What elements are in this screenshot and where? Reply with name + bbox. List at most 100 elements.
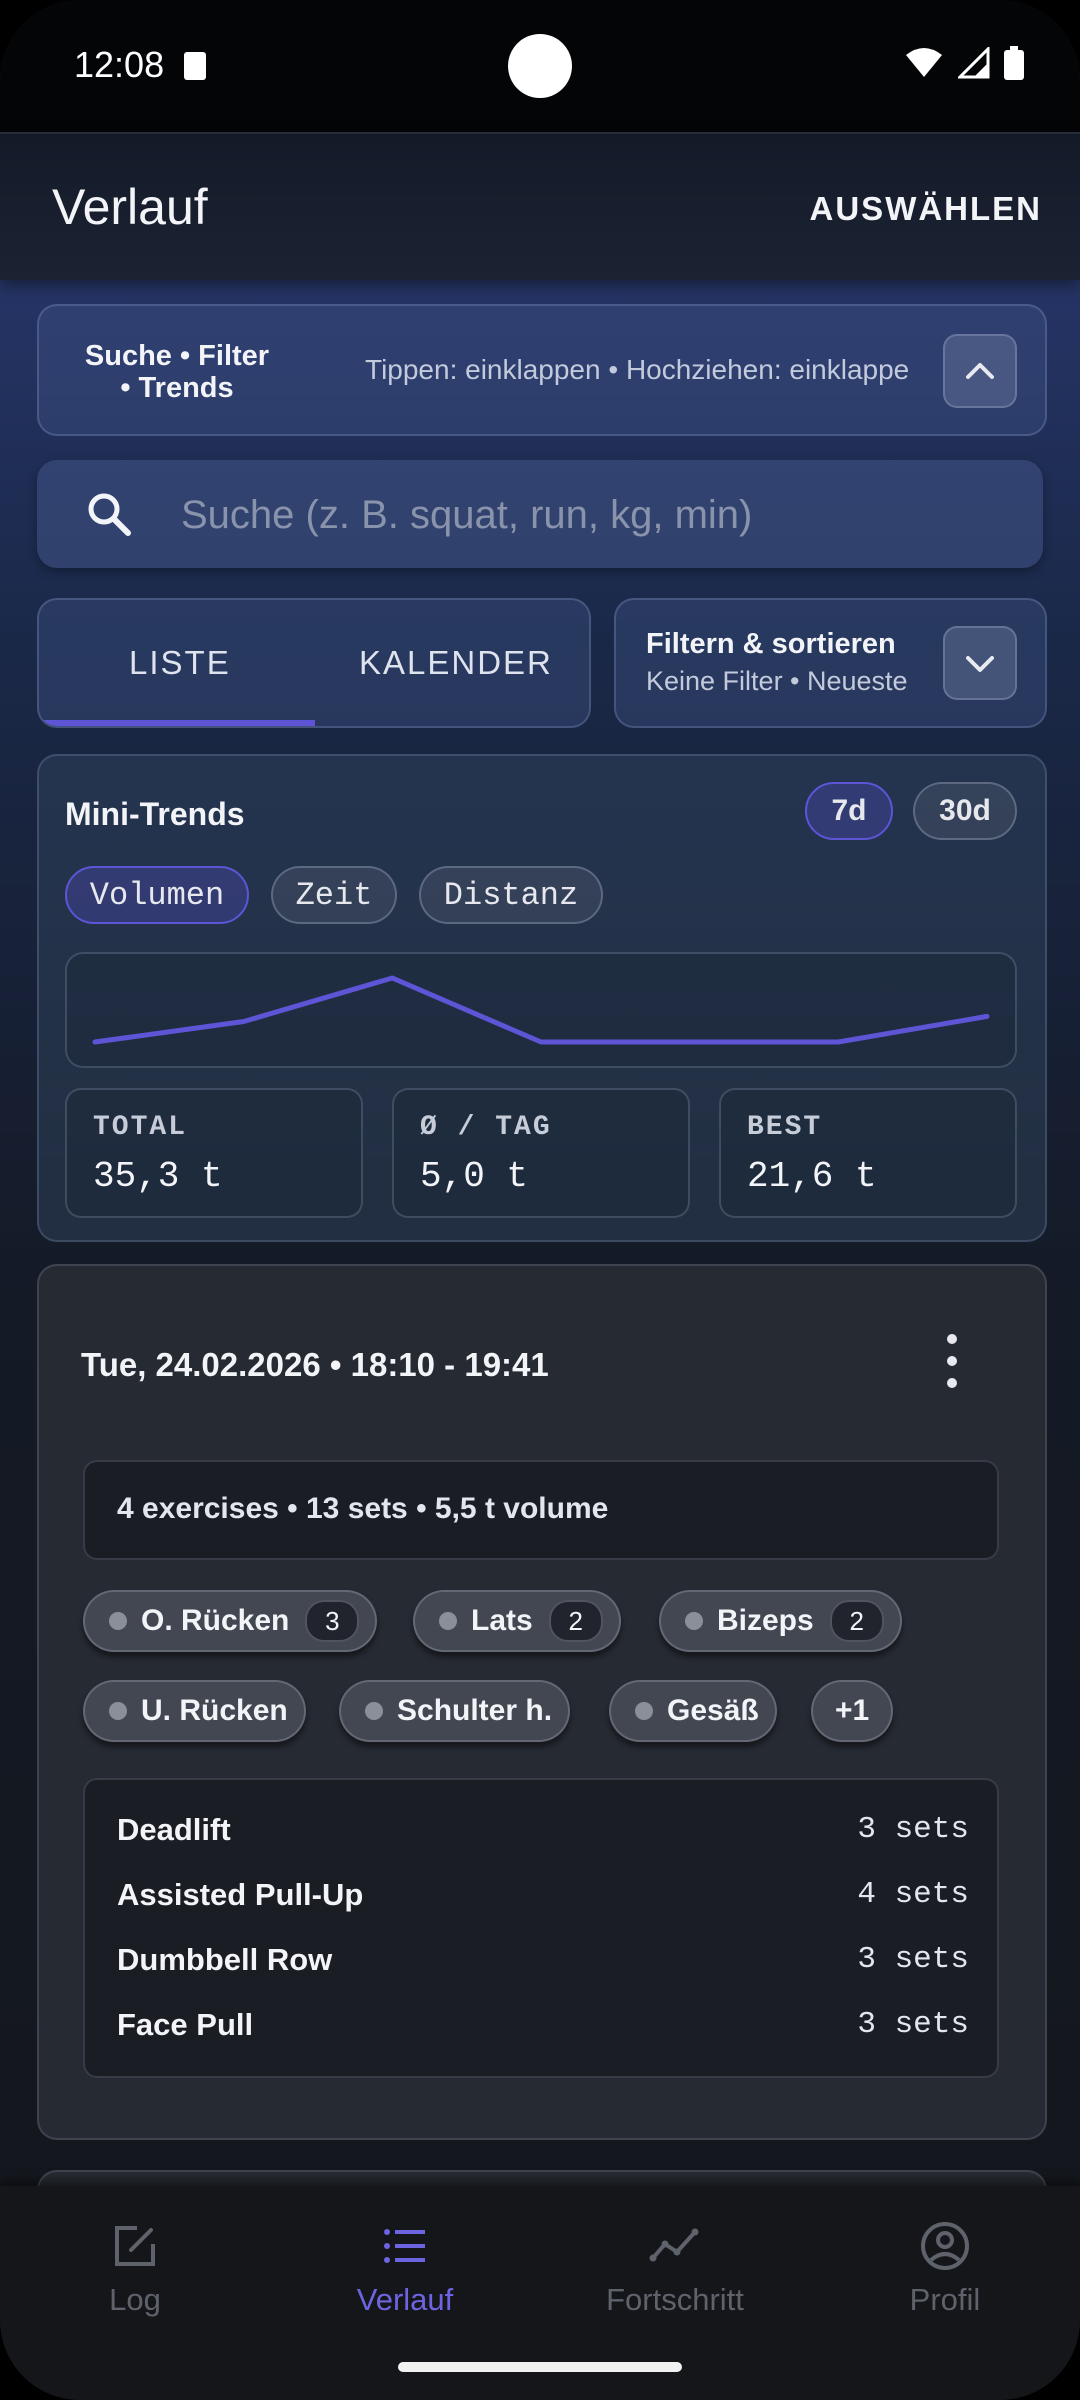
- panel-title: Suche • Filter • Trends: [84, 340, 270, 404]
- wifi-icon: [906, 48, 942, 77]
- filter-subtitle: Keine Filter • Neueste: [646, 666, 908, 696]
- search-input[interactable]: [179, 484, 1003, 546]
- exercise-name: Face Pull: [117, 2007, 254, 2042]
- nav-log-label: Log: [109, 2282, 161, 2317]
- stat-per-day-value: 5,0 t: [420, 1156, 529, 1197]
- metric-time-chip[interactable]: Zeit: [271, 866, 397, 924]
- camera-cutout: [508, 34, 572, 98]
- stat-total-label: TOTAL: [93, 1112, 188, 1143]
- trend-icon: [649, 2228, 699, 2262]
- stat-best-label: BEST: [747, 1112, 823, 1143]
- exercise-sets: 4 sets: [857, 1877, 969, 1912]
- metric-volume-chip[interactable]: Volumen: [65, 866, 249, 924]
- more-options-icon[interactable]: [945, 1334, 959, 1400]
- search-icon: [88, 493, 131, 536]
- phone-screen: 12:08 Verlauf AUSWÄHLEN Suche • Filter •…: [0, 0, 1080, 2400]
- exercise-row[interactable]: Dumbbell Row 3 sets: [117, 1942, 969, 1990]
- workout-summary: 4 exercises • 13 sets • 5,5 t volume: [83, 1460, 999, 1560]
- muscle-count: 2: [829, 1600, 884, 1642]
- signal-icon: [958, 47, 990, 79]
- panel-hint: Tippen: einklappen • Hochziehen: einklap…: [365, 354, 910, 385]
- muscle-dot-icon: [109, 1612, 127, 1630]
- filter-sort-button[interactable]: Filtern & sortieren Keine Filter • Neues…: [614, 598, 1047, 728]
- stat-total-value: 35,3 t: [93, 1156, 223, 1197]
- muscle-name: Lats: [471, 1604, 533, 1637]
- muscle-dot-icon: [685, 1612, 703, 1630]
- sparkline-box: [65, 952, 1017, 1068]
- muscle-chip[interactable]: Schulter h.: [339, 1680, 571, 1742]
- sd-card-icon: [184, 52, 206, 80]
- tab-calendar[interactable]: KALENDER: [359, 644, 553, 682]
- exercise-row[interactable]: Assisted Pull-Up 4 sets: [117, 1877, 969, 1925]
- tab-list[interactable]: LISTE: [129, 644, 231, 682]
- exercise-name: Deadlift: [117, 1812, 231, 1847]
- more-muscles-chip[interactable]: +1: [811, 1680, 894, 1742]
- muscle-chip[interactable]: Lats 2: [413, 1590, 621, 1652]
- muscle-count: 3: [305, 1600, 360, 1642]
- nav-log[interactable]: Log: [0, 2218, 270, 2318]
- status-icons: [904, 46, 1024, 80]
- muscle-chip[interactable]: Bizeps 2: [659, 1590, 902, 1652]
- status-time: 12:08: [74, 44, 165, 85]
- stat-best: BEST 21,6 t: [719, 1088, 1017, 1218]
- exercise-sets: 3 sets: [857, 2007, 969, 2042]
- sparkline-series: [92, 975, 990, 1045]
- home-indicator[interactable]: [398, 2362, 682, 2372]
- muscle-chip[interactable]: O. Rücken 3: [83, 1590, 378, 1652]
- stat-total: TOTAL 35,3 t: [65, 1088, 363, 1218]
- more-muscles-count: +1: [835, 1694, 870, 1727]
- exercise-row[interactable]: Face Pull 3 sets: [117, 2007, 969, 2055]
- nav-history[interactable]: Verlauf: [270, 2218, 540, 2318]
- muscle-name: O. Rücken: [141, 1604, 290, 1637]
- range-7d-chip[interactable]: 7d: [805, 782, 893, 840]
- muscle-chip[interactable]: Gesäß: [609, 1680, 777, 1742]
- tab-indicator: [39, 720, 315, 726]
- profile-icon: [921, 2222, 969, 2270]
- metric-distance-chip[interactable]: Distanz: [419, 866, 603, 924]
- workout-date: Tue, 24.02.2026 • 18:10 - 19:41: [81, 1346, 549, 1383]
- muscle-count: 2: [548, 1600, 603, 1642]
- chevron-up-icon: [966, 363, 994, 379]
- mini-trends-title: Mini-Trends: [65, 796, 245, 832]
- muscle-chip[interactable]: U. Rücken: [83, 1680, 306, 1742]
- status-bar: 12:08: [0, 0, 1080, 132]
- workout-summary-text: 4 exercises • 13 sets • 5,5 t volume: [117, 1492, 609, 1525]
- muscle-name: Gesäß: [667, 1694, 759, 1727]
- nav-profile[interactable]: Profil: [810, 2218, 1080, 2318]
- edit-icon: [115, 2226, 155, 2266]
- nav-history-label: Verlauf: [356, 2282, 454, 2317]
- exercise-list: Deadlift 3 sets Assisted Pull-Up 4 sets …: [83, 1778, 999, 2078]
- list-icon: [384, 2229, 425, 2263]
- exercise-sets: 3 sets: [857, 1812, 969, 1847]
- muscle-dot-icon: [635, 1702, 653, 1720]
- mini-trends-card: Mini-Trends 7d 30d Volumen Zeit Distanz …: [37, 754, 1047, 1242]
- collapse-button[interactable]: [943, 334, 1017, 408]
- chevron-down-icon: [966, 656, 994, 672]
- workout-card[interactable]: Tue, 24.02.2026 • 18:10 - 19:41 4 exerci…: [37, 1264, 1047, 2140]
- nav-progress-label: Fortschritt: [606, 2282, 744, 2317]
- search-filter-panel-header[interactable]: Suche • Filter • Trends Tippen: einklapp…: [37, 304, 1047, 436]
- exercise-name: Dumbbell Row: [117, 1942, 333, 1977]
- muscle-name: U. Rücken: [141, 1694, 288, 1727]
- select-button[interactable]: AUSWÄHLEN: [810, 190, 1042, 228]
- search-bar[interactable]: [37, 460, 1043, 568]
- muscle-name: Bizeps: [717, 1604, 814, 1637]
- sparkline-chart: [92, 975, 990, 1045]
- range-30d-chip[interactable]: 30d: [913, 782, 1017, 840]
- view-tabs: LISTE KALENDER: [37, 598, 591, 728]
- stat-per-day-label: Ø / TAG: [420, 1112, 552, 1143]
- filter-expand-button[interactable]: [943, 626, 1017, 700]
- muscle-name: Schulter h.: [397, 1694, 553, 1727]
- muscle-dot-icon: [109, 1702, 127, 1720]
- nav-progress[interactable]: Fortschritt: [540, 2218, 810, 2318]
- battery-icon: [1004, 46, 1024, 80]
- exercise-row[interactable]: Deadlift 3 sets: [117, 1812, 969, 1860]
- exercise-sets: 3 sets: [857, 1942, 969, 1977]
- stat-per-day: Ø / TAG 5,0 t: [392, 1088, 690, 1218]
- exercise-name: Assisted Pull-Up: [117, 1877, 364, 1912]
- stat-best-value: 21,6 t: [747, 1156, 877, 1197]
- nav-profile-label: Profil: [909, 2282, 981, 2317]
- page-title: Verlauf: [52, 179, 208, 235]
- app-bar: Verlauf AUSWÄHLEN: [0, 132, 1080, 280]
- muscle-dot-icon: [439, 1612, 457, 1630]
